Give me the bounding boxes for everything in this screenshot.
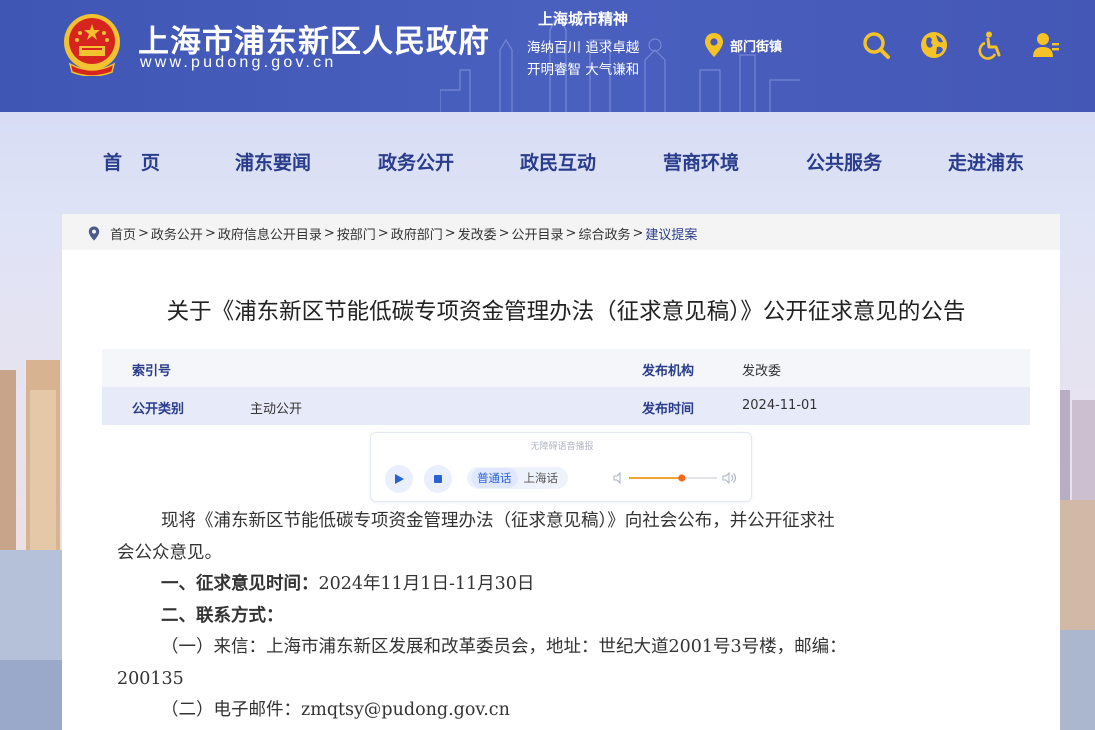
- breadcrumb-item-home[interactable]: 首页: [110, 224, 136, 243]
- dept-street-link[interactable]: 部门街镇: [704, 32, 782, 58]
- paragraph-letter-line1: （一）来信：上海市浦东新区发展和改革委员会，地址：世纪大道2001号3号楼，邮编…: [161, 637, 847, 657]
- meta-date-label: 发布时间: [642, 402, 695, 417]
- breadcrumb-item-current[interactable]: 建议提案: [645, 224, 697, 243]
- globe-icon[interactable]: [919, 30, 949, 60]
- breadcrumb-separator: >: [204, 226, 216, 241]
- nav-item-business[interactable]: 营商环境: [663, 148, 739, 175]
- meta-publisher-value: 发改委: [742, 364, 782, 379]
- breadcrumb-separator: >: [138, 226, 149, 241]
- nav-item-interaction[interactable]: 政民互动: [520, 148, 596, 175]
- city-spirit-line1: 海纳百川 追求卓越: [527, 40, 640, 56]
- meta-publisher-label: 发布机构: [642, 364, 695, 379]
- city-left-decoration: [0, 360, 62, 730]
- main-nav: 首 页 浦东要闻 政务公开 政民互动 营商环境 公共服务 走进浦东: [0, 140, 1095, 180]
- meta-row: 索引号 发布机构 发改委: [102, 349, 1030, 387]
- nav-item-news[interactable]: 浦东要闻: [235, 148, 311, 175]
- stop-button[interactable]: [424, 465, 452, 493]
- breadcrumb-bar: 首页 > 政务公开 > 政府信息公开目录 > 按部门 > 政府部门 > 发改委 …: [62, 214, 1060, 250]
- stop-icon: [434, 475, 442, 483]
- volume-high-icon: [722, 471, 736, 485]
- paragraph-period: 一、征求意见时间：2024年11月1日-11月30日: [117, 569, 1017, 601]
- paragraph-contact-heading: 二、联系方式：: [161, 605, 284, 626]
- search-icon[interactable]: [861, 30, 891, 60]
- accessibility-icon[interactable]: [976, 30, 1006, 60]
- play-icon: [395, 474, 404, 484]
- site-url[interactable]: www.pudong.gov.cn: [140, 54, 336, 72]
- volume-low-icon: [613, 471, 621, 485]
- city-spirit-line2: 开明睿智 大气谦和: [527, 62, 640, 78]
- breadcrumb-item-ndrc[interactable]: 发改委: [458, 224, 497, 243]
- dept-street-label: 部门街镇: [730, 39, 783, 55]
- meta-index-label: 索引号: [132, 364, 172, 379]
- paragraph-letter-line2: 200135: [117, 668, 184, 689]
- lang-mandarin-button[interactable]: 普通话: [471, 468, 518, 488]
- breadcrumb-separator: >: [565, 226, 577, 241]
- player-caption: 无障碍语音播报: [530, 442, 594, 452]
- nav-item-gov-affairs[interactable]: 政务公开: [378, 148, 454, 175]
- play-button[interactable]: [385, 465, 413, 493]
- breadcrumb-separator: >: [377, 226, 389, 241]
- nav-item-home[interactable]: 首 页: [103, 148, 160, 175]
- audio-player: 无障碍语音播报 普通话 上海话: [370, 432, 752, 502]
- meta-category-label: 公开类别: [132, 402, 185, 417]
- paragraph-intro-line1: 现将《浦东新区节能低碳专项资金管理办法（征求意见稿）》向社会公布，并公开征求社: [161, 511, 835, 531]
- period-value: 2024年11月1日-11月30日: [318, 574, 535, 594]
- city-right-decoration: [1060, 390, 1095, 730]
- document-meta-table: 索引号 发布机构 发改委 公开类别 主动公开 发布时间 2024-11-01: [102, 349, 1030, 425]
- location-pin-icon: [88, 226, 100, 241]
- breadcrumb-separator: >: [632, 226, 644, 241]
- breadcrumb-item-general[interactable]: 综合政务: [578, 224, 630, 243]
- emblem-icon: [64, 14, 120, 76]
- city-spirit-title: 上海城市精神: [538, 10, 629, 28]
- volume-slider[interactable]: [613, 471, 738, 485]
- breadcrumb-item-by-dept[interactable]: 按部门: [337, 224, 376, 243]
- content-panel: 首页 > 政务公开 > 政府信息公开目录 > 按部门 > 政府部门 > 发改委 …: [62, 214, 1060, 730]
- breadcrumb-item-gov-affairs[interactable]: 政务公开: [151, 224, 203, 243]
- document-title: 关于《浦东新区节能低碳专项资金管理办法（征求意见稿）》公开征求意见的公告: [166, 299, 966, 325]
- language-toggle: 普通话 上海话: [467, 467, 568, 489]
- paragraph-email: （二）电子邮件：zmqtsy@pudong.gov.cn: [161, 700, 510, 720]
- meta-category-value: 主动公开: [250, 402, 303, 417]
- volume-knob[interactable]: [678, 474, 686, 482]
- breadcrumb-separator: >: [444, 226, 456, 241]
- breadcrumb-separator: >: [323, 226, 335, 241]
- breadcrumb-item-public-catalog[interactable]: 公开目录: [512, 224, 564, 243]
- breadcrumb-item-catalog[interactable]: 政府信息公开目录: [218, 224, 322, 243]
- lang-shanghainese-button[interactable]: 上海话: [518, 468, 565, 488]
- user-icon[interactable]: [1031, 30, 1061, 60]
- nav-item-about-pudong[interactable]: 走进浦东: [948, 148, 1024, 175]
- meta-date-value: 2024-11-01: [742, 398, 818, 413]
- document-body: 现将《浦东新区节能低碳专项资金管理办法（征求意见稿）》向社会公布，并公开征求社 …: [117, 506, 1017, 727]
- location-icon: [705, 33, 723, 57]
- period-label: 一、征求意见时间：: [161, 574, 319, 594]
- breadcrumb: 首页 > 政务公开 > 政府信息公开目录 > 按部门 > 政府部门 > 发改委 …: [88, 224, 697, 243]
- meta-row: 公开类别 主动公开 发布时间 2024-11-01: [102, 387, 1030, 425]
- paragraph-intro-line2: 会公众意见。: [117, 542, 222, 563]
- breadcrumb-item-gov-depts[interactable]: 政府部门: [391, 224, 443, 243]
- breadcrumb-separator: >: [498, 226, 510, 241]
- nav-item-public-service[interactable]: 公共服务: [806, 148, 882, 175]
- site-header: 上海市浦东新区人民政府 www.pudong.gov.cn 上海城市精神 海纳百…: [0, 0, 1095, 112]
